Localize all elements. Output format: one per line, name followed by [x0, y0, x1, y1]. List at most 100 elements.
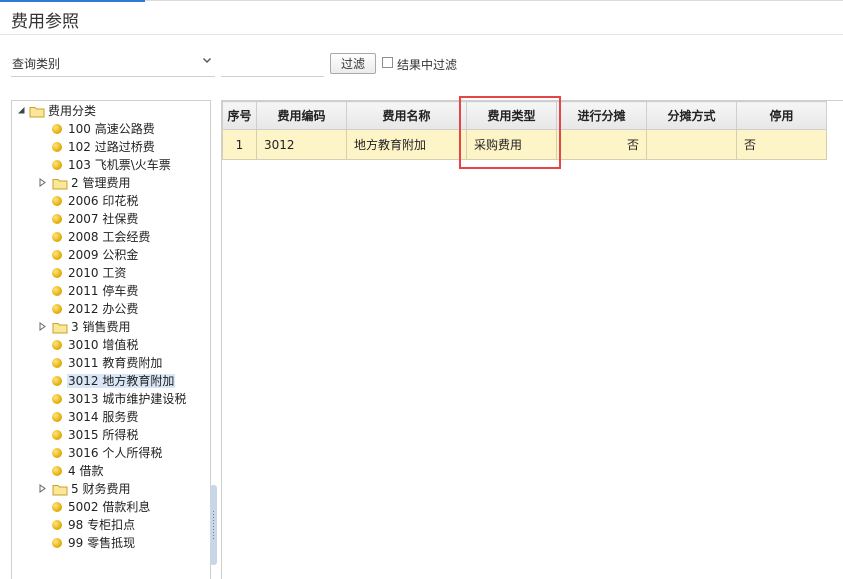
tree-node[interactable]: 3016 个人所得税: [52, 444, 163, 462]
tree-node[interactable]: 3010 增值税: [52, 336, 139, 354]
leaf-dot-icon: [52, 159, 62, 170]
tree-node[interactable]: 2006 印花税: [52, 192, 139, 210]
column-header[interactable]: 费用编码: [256, 101, 347, 130]
leaf-dot-icon: [52, 357, 62, 368]
tree-node-label: 3016 个人所得税: [68, 446, 163, 460]
fee-grid: 序号 费用编码 费用名称 费用类型 进行分摊 分摊方式 停用 1 3012 地方教育附加 采购费用…: [221, 100, 843, 579]
leaf-dot-icon: [52, 501, 62, 512]
tree-node[interactable]: 5 财务费用: [52, 480, 131, 498]
collapsed-triangle-icon[interactable]: [38, 322, 47, 331]
leaf-dot-icon: [52, 393, 62, 404]
tree-node-label: 3014 服务费: [68, 410, 139, 424]
tree-node[interactable]: 4 借款: [52, 462, 104, 480]
tree-node[interactable]: 2009 公积金: [52, 246, 139, 264]
leaf-dot-icon: [52, 537, 62, 548]
tree-node[interactable]: 5002 借款利息: [52, 498, 151, 516]
title-divider: [0, 34, 843, 35]
tree-node-label: 3015 所得税: [68, 428, 139, 442]
filter-button[interactable]: 过滤: [330, 53, 376, 74]
tree-node[interactable]: 3015 所得税: [52, 426, 139, 444]
column-header[interactable]: 停用: [736, 101, 827, 130]
leaf-dot-icon: [52, 267, 62, 278]
page-title: 费用参照: [11, 12, 79, 32]
column-header[interactable]: 费用名称: [346, 101, 467, 130]
tree-node-label: 2010 工资: [68, 266, 127, 280]
category-tree: 费用分类 100 高速公路费 102 过路过桥费 103 飞机票\火车票 2 管理费用 2…: [11, 100, 211, 579]
filter-input[interactable]: [221, 50, 324, 77]
column-highlight-box: [459, 96, 561, 169]
tree-node[interactable]: 100 高速公路费: [52, 120, 156, 138]
leaf-dot-icon: [52, 465, 62, 476]
grip-dot: [213, 514, 214, 515]
tree-node[interactable]: 3014 服务费: [52, 408, 139, 426]
tree-node[interactable]: 3 销售费用: [52, 318, 131, 336]
tree-node[interactable]: 2 管理费用: [52, 174, 131, 192]
tree-node[interactable]: 2012 办公费: [52, 300, 139, 318]
folder-icon: [52, 485, 68, 496]
leaf-dot-icon: [52, 339, 62, 350]
tree-node-label: 98 专柜扣点: [68, 518, 136, 532]
folder-icon: [29, 107, 45, 118]
tree-node[interactable]: 3011 教育费附加: [52, 354, 163, 372]
leaf-dot-icon: [52, 195, 62, 206]
tree-node-label: 2 管理费用: [71, 176, 131, 190]
tree-node[interactable]: 费用分类: [29, 102, 97, 120]
tree-node-label: 5002 借款利息: [68, 500, 151, 514]
grip-dot: [213, 526, 214, 527]
leaf-dot-icon: [52, 213, 62, 224]
tree-node-label: 2006 印花税: [68, 194, 139, 208]
tree-node-label: 2011 停车费: [68, 284, 139, 298]
leaf-dot-icon: [52, 285, 62, 296]
tree-node-label: 102 过路过桥费: [68, 140, 155, 154]
result-filter-checkbox[interactable]: [382, 57, 393, 68]
grip-dot: [213, 532, 214, 533]
leaf-dot-icon: [52, 375, 62, 386]
tree-node-label: 2007 社保费: [68, 212, 139, 226]
table-cell: 否: [556, 129, 647, 160]
tree-node-label: 费用分类: [48, 104, 97, 118]
tree-node-label: 5 财务费用: [71, 482, 131, 496]
column-header[interactable]: 分摊方式: [646, 101, 737, 130]
folder-icon: [52, 323, 68, 334]
leaf-dot-icon: [52, 249, 62, 260]
table-cell: 3012: [256, 129, 347, 160]
tree-node-label: 2009 公积金: [68, 248, 139, 262]
tree-node[interactable]: 3013 城市维护建设税: [52, 390, 187, 408]
leaf-dot-icon: [52, 303, 62, 314]
tree-node[interactable]: 3012 地方教育附加: [52, 372, 176, 390]
grip-dot: [213, 523, 214, 524]
tree-node-label: 103 飞机票\火车票: [68, 158, 171, 172]
leaf-dot-icon: [52, 231, 62, 242]
column-header[interactable]: 进行分摊: [556, 101, 647, 130]
column-header[interactable]: 序号: [222, 101, 257, 130]
tree-node-label: 99 零售抵现: [68, 536, 136, 550]
tree-node[interactable]: 102 过路过桥费: [52, 138, 156, 156]
tree-node[interactable]: 2011 停车费: [52, 282, 139, 300]
tree-node[interactable]: 98 专柜扣点: [52, 516, 136, 534]
tree-node[interactable]: 2007 社保费: [52, 210, 139, 228]
tree-node-label: 3010 增值税: [68, 338, 139, 352]
grip-dot: [213, 517, 214, 518]
tree-node[interactable]: 2010 工资: [52, 264, 127, 282]
leaf-dot-icon: [52, 519, 62, 530]
collapsed-triangle-icon[interactable]: [38, 484, 47, 493]
pane-splitter-handle[interactable]: [210, 485, 217, 565]
tree-node[interactable]: 103 飞机票\火车票: [52, 156, 172, 174]
folder-icon: [52, 179, 68, 190]
tree-node[interactable]: 99 零售抵现: [52, 534, 136, 552]
table-cell: [646, 129, 737, 160]
expanded-triangle-icon[interactable]: [17, 106, 26, 115]
leaf-dot-icon: [52, 141, 62, 152]
leaf-dot-icon: [52, 429, 62, 440]
tree-node[interactable]: 2008 工会经费: [52, 228, 151, 246]
tree-node-label: 100 高速公路费: [68, 122, 155, 136]
tree-node-label: 3012 地方教育附加: [67, 374, 176, 388]
collapsed-triangle-icon[interactable]: [38, 178, 47, 187]
grip-dot: [213, 511, 214, 512]
leaf-dot-icon: [52, 411, 62, 422]
chevron-down-icon: [203, 58, 211, 63]
top-divider: [0, 0, 843, 2]
tree-node-label: 3013 城市维护建设税: [68, 392, 187, 406]
category-select[interactable]: 查询类别: [11, 50, 215, 77]
tree-node-label: 3 销售费用: [71, 320, 131, 334]
